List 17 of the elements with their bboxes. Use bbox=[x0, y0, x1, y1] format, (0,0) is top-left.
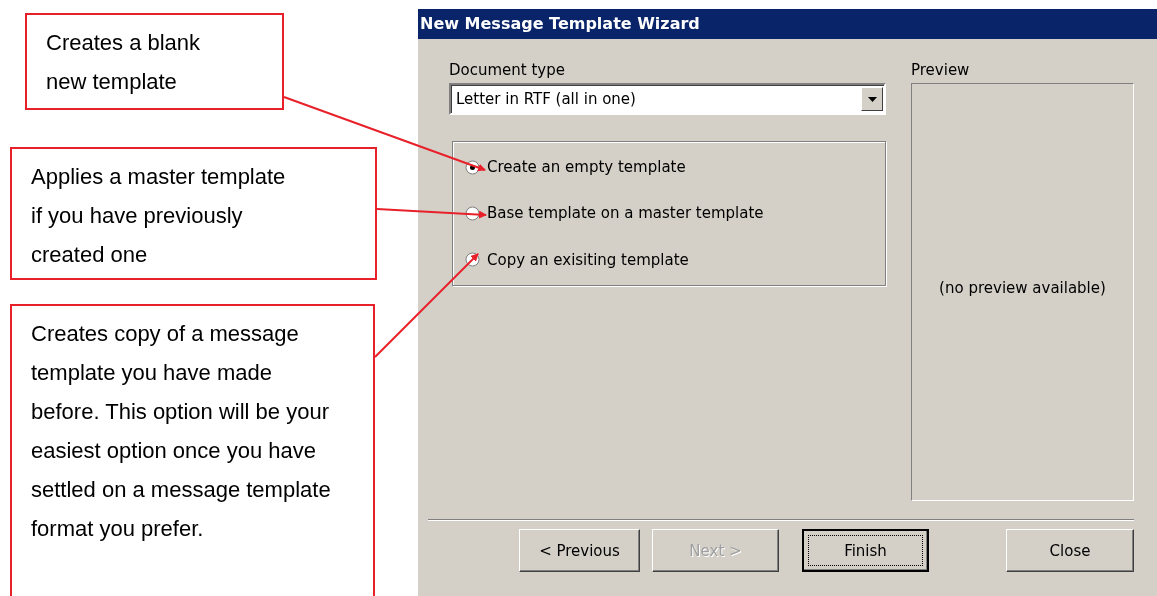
radio-option[interactable]: Create an empty template bbox=[465, 158, 686, 177]
callout-note: Creates copy of a message template you have made before. This option will be your easiest option once you have settled on a message template format you prefer. bbox=[10, 304, 375, 596]
preview-message: (no preview available) bbox=[939, 279, 1106, 297]
radio-option[interactable]: Base template on a master template bbox=[465, 204, 764, 223]
radio-button-icon[interactable] bbox=[465, 206, 480, 221]
window-title: New Message Template Wizard bbox=[418, 9, 1157, 39]
radio-button-icon[interactable] bbox=[465, 252, 480, 268]
radio-option[interactable]: Copy an exisiting template bbox=[465, 250, 689, 269]
field-label: Document type bbox=[449, 61, 566, 81]
wizard-button[interactable]: Close bbox=[1006, 529, 1134, 572]
wizard-button[interactable]: < Previous bbox=[519, 529, 640, 572]
callout-note: Creates a blank new template bbox=[25, 13, 284, 110]
callout-note: Applies a master template if you have previously created one bbox=[10, 147, 377, 280]
radio-button-icon[interactable] bbox=[465, 159, 480, 175]
field-label: Preview bbox=[911, 61, 971, 81]
wizard-button[interactable]: Finish bbox=[802, 529, 929, 572]
document-type-dropdown[interactable]: Letter in RTF (all in one) bbox=[449, 83, 886, 115]
